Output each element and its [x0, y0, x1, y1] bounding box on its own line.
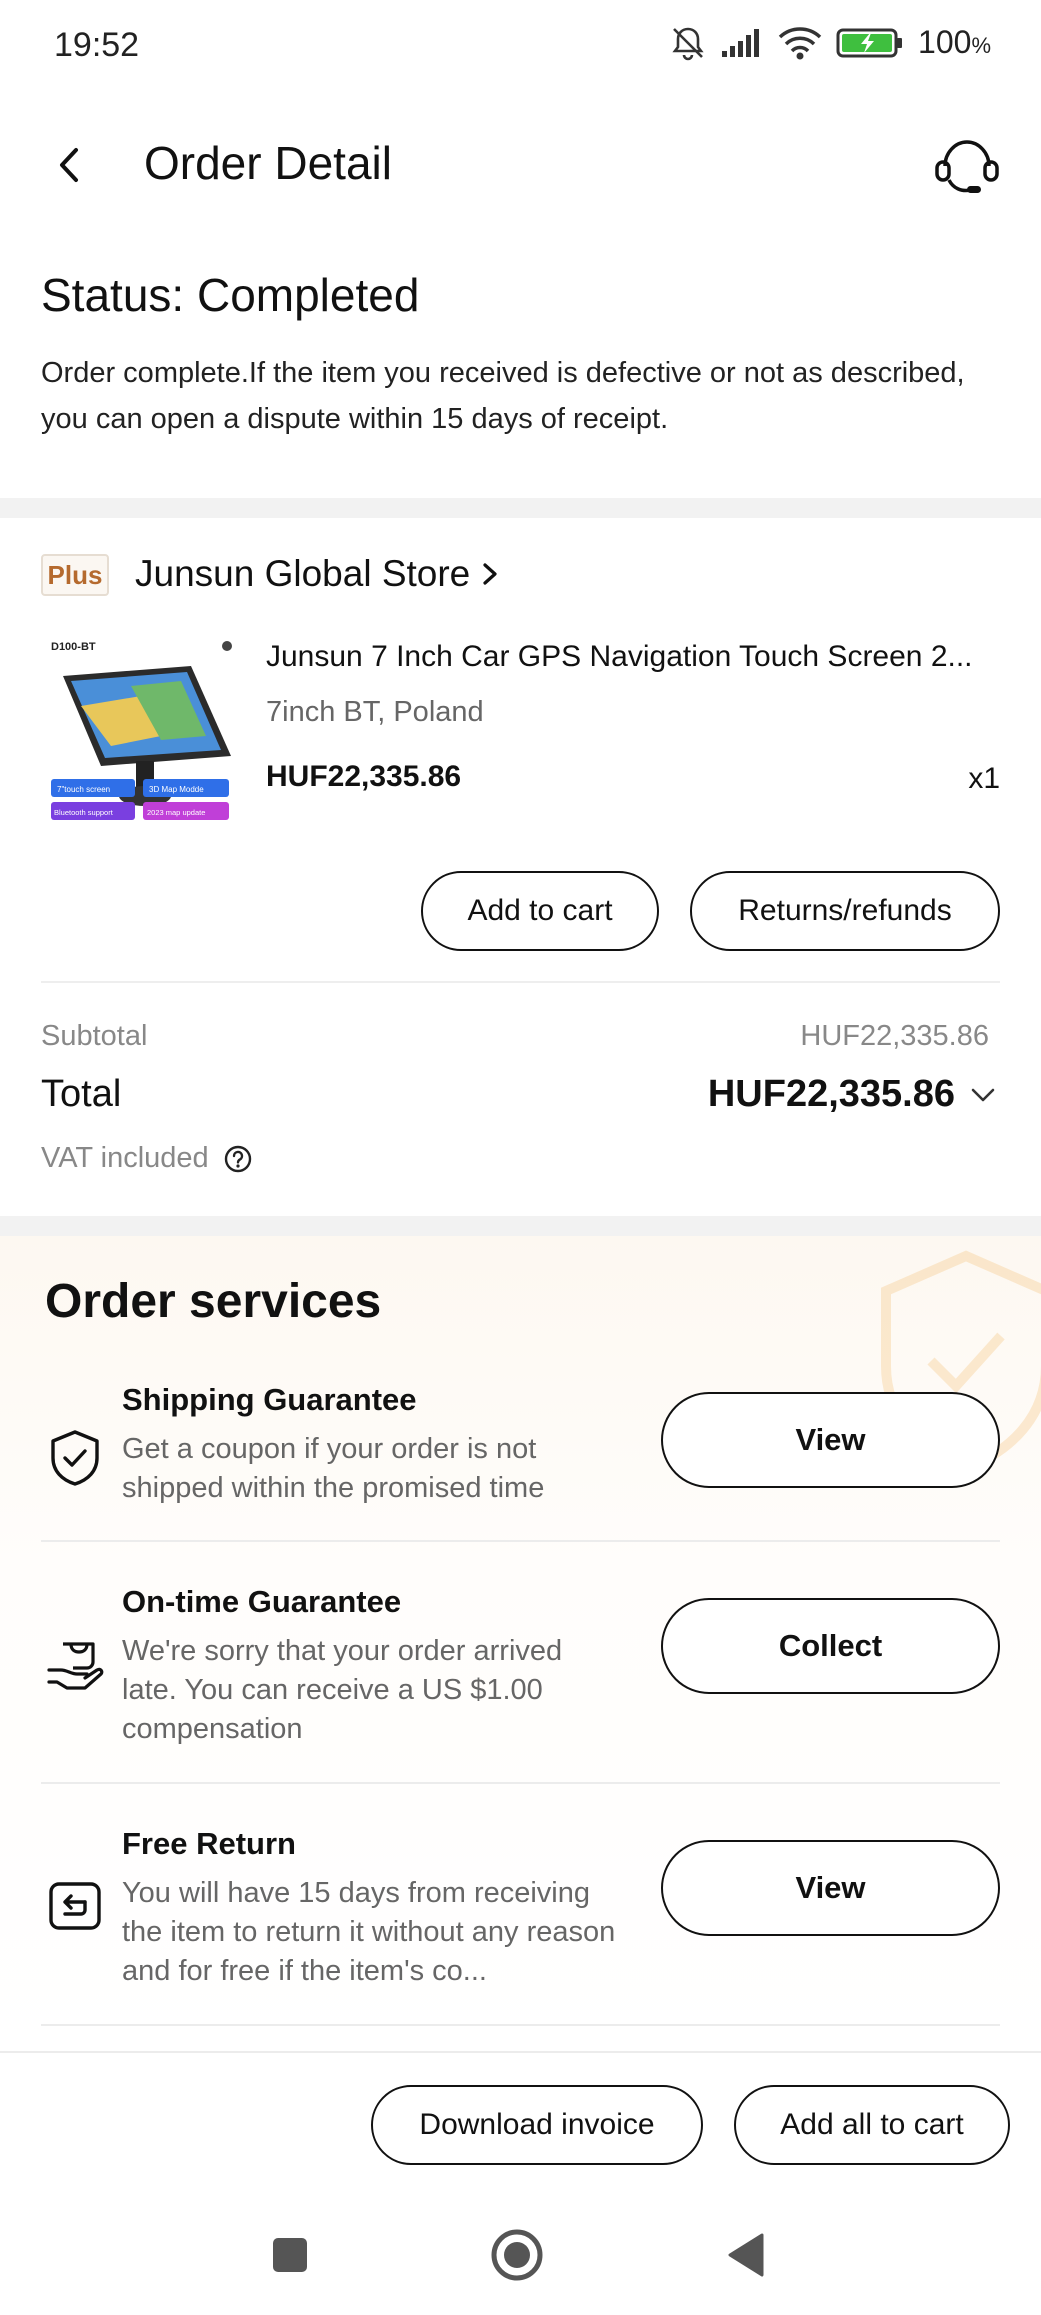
chevron-down-icon	[971, 1088, 995, 1101]
subtotal-label: Subtotal	[41, 1020, 148, 1052]
on-time-guarantee-collect-button[interactable]: Collect	[661, 1598, 1000, 1694]
service-item-on-time-guarantee: On-time Guarantee We're sorry that your …	[41, 1584, 1000, 1784]
app-header: Order Detail	[0, 110, 1041, 220]
divider	[41, 1782, 1000, 1784]
download-invoice-button[interactable]: Download invoice	[371, 2085, 703, 2165]
order-status-description: Order complete.If the item you received …	[41, 357, 965, 435]
service-name: Shipping Guarantee	[122, 1382, 417, 1417]
product-variant: 7inch BT, Poland	[266, 696, 484, 728]
subtotal-value: HUF22,335.86	[800, 1020, 989, 1052]
services-title: Order services	[45, 1275, 382, 1328]
product-feature-label: 3D Map Modde	[149, 785, 204, 794]
question-circle-icon	[224, 1145, 251, 1172]
recents-button[interactable]	[260, 2225, 320, 2285]
back-button[interactable]	[46, 136, 94, 194]
free-return-view-button[interactable]: View	[661, 1840, 1000, 1936]
store-link[interactable]: Junsun Global Store	[135, 553, 500, 595]
service-description: Get a coupon if your order is not shippe…	[122, 1433, 545, 1504]
triangle-back-icon	[728, 2233, 764, 2277]
returns-refunds-button[interactable]: Returns/refunds	[690, 871, 1000, 951]
square-icon	[273, 2238, 307, 2272]
service-description: You will have 15 days from receiving the…	[122, 1877, 616, 1987]
service-item-free-return: Free Return You will have 15 days from r…	[41, 1826, 1000, 2026]
divider	[41, 981, 1000, 983]
service-name: On-time Guarantee	[122, 1584, 402, 1619]
page-title: Order Detail	[144, 137, 392, 189]
headset-icon	[935, 140, 999, 193]
product-price: HUF22,335.86	[266, 760, 462, 793]
shield-check-icon	[51, 1430, 99, 1486]
product-image[interactable]: D100-BT 7"touch screen 3D Map Modde Blue…	[41, 636, 241, 836]
system-nav-bar	[0, 2191, 1041, 2315]
chevron-right-icon	[483, 563, 497, 585]
total-label: Total	[41, 1073, 122, 1115]
nav-back-button[interactable]	[716, 2225, 776, 2285]
divider	[41, 1540, 1000, 1542]
service-item-shipping-guarantee: Shipping Guarantee Get a coupon if your …	[41, 1382, 1000, 1542]
hand-coin-icon	[47, 1642, 104, 1690]
return-box-icon	[49, 1882, 101, 1930]
store-name: Junsun Global Store	[135, 553, 471, 594]
product-feature-label: 7"touch screen	[57, 785, 110, 794]
order-status-title: Status: Completed	[41, 269, 420, 321]
status-bar: 19:52 100%	[0, 0, 1041, 92]
support-button[interactable]	[929, 128, 1005, 204]
add-all-to-cart-button[interactable]: Add all to cart	[734, 2085, 1010, 2165]
total-toggle[interactable]: HUF22,335.86	[708, 1073, 997, 1116]
order-services-section: Order services Shipping Guarantee Get a …	[0, 1236, 1041, 2051]
status-time: 19:52	[54, 26, 140, 64]
service-description: We're sorry that your order arrived late…	[122, 1635, 563, 1745]
shipping-guarantee-view-button[interactable]: View	[661, 1392, 1000, 1488]
section-divider	[0, 498, 1041, 518]
product-title[interactable]: Junsun 7 Inch Car GPS Navigation Touch S…	[266, 640, 996, 674]
product-feature-label: Bluetooth support	[54, 808, 114, 817]
plus-badge: Plus	[41, 554, 109, 596]
gps-device-image: D100-BT 7"touch screen 3D Map Modde Blue…	[51, 641, 232, 820]
divider	[41, 2024, 1000, 2026]
battery-charging-icon	[836, 28, 903, 57]
chevron-left-icon	[60, 148, 78, 182]
bottom-action-bar: Download invoice Add all to cart	[0, 2051, 1041, 2191]
signal-icon	[722, 28, 760, 57]
home-button[interactable]	[487, 2225, 547, 2285]
battery-percent: 100%	[918, 24, 991, 60]
total-value: HUF22,335.86	[707, 1073, 955, 1115]
add-to-cart-button[interactable]: Add to cart	[421, 871, 659, 951]
product-feature-label: 2023 map update	[147, 808, 205, 817]
vat-info[interactable]: VAT included	[41, 1142, 253, 1175]
bell-muted-icon	[672, 27, 704, 60]
circle-icon	[491, 2229, 543, 2281]
section-divider	[0, 1216, 1041, 1236]
product-quantity: x1	[968, 762, 1000, 795]
wifi-icon	[778, 26, 822, 59]
product-model-label: D100-BT	[51, 641, 96, 653]
service-name: Free Return	[122, 1826, 296, 1861]
vat-label: VAT included	[41, 1142, 209, 1174]
status-icons: 100%	[670, 24, 991, 61]
